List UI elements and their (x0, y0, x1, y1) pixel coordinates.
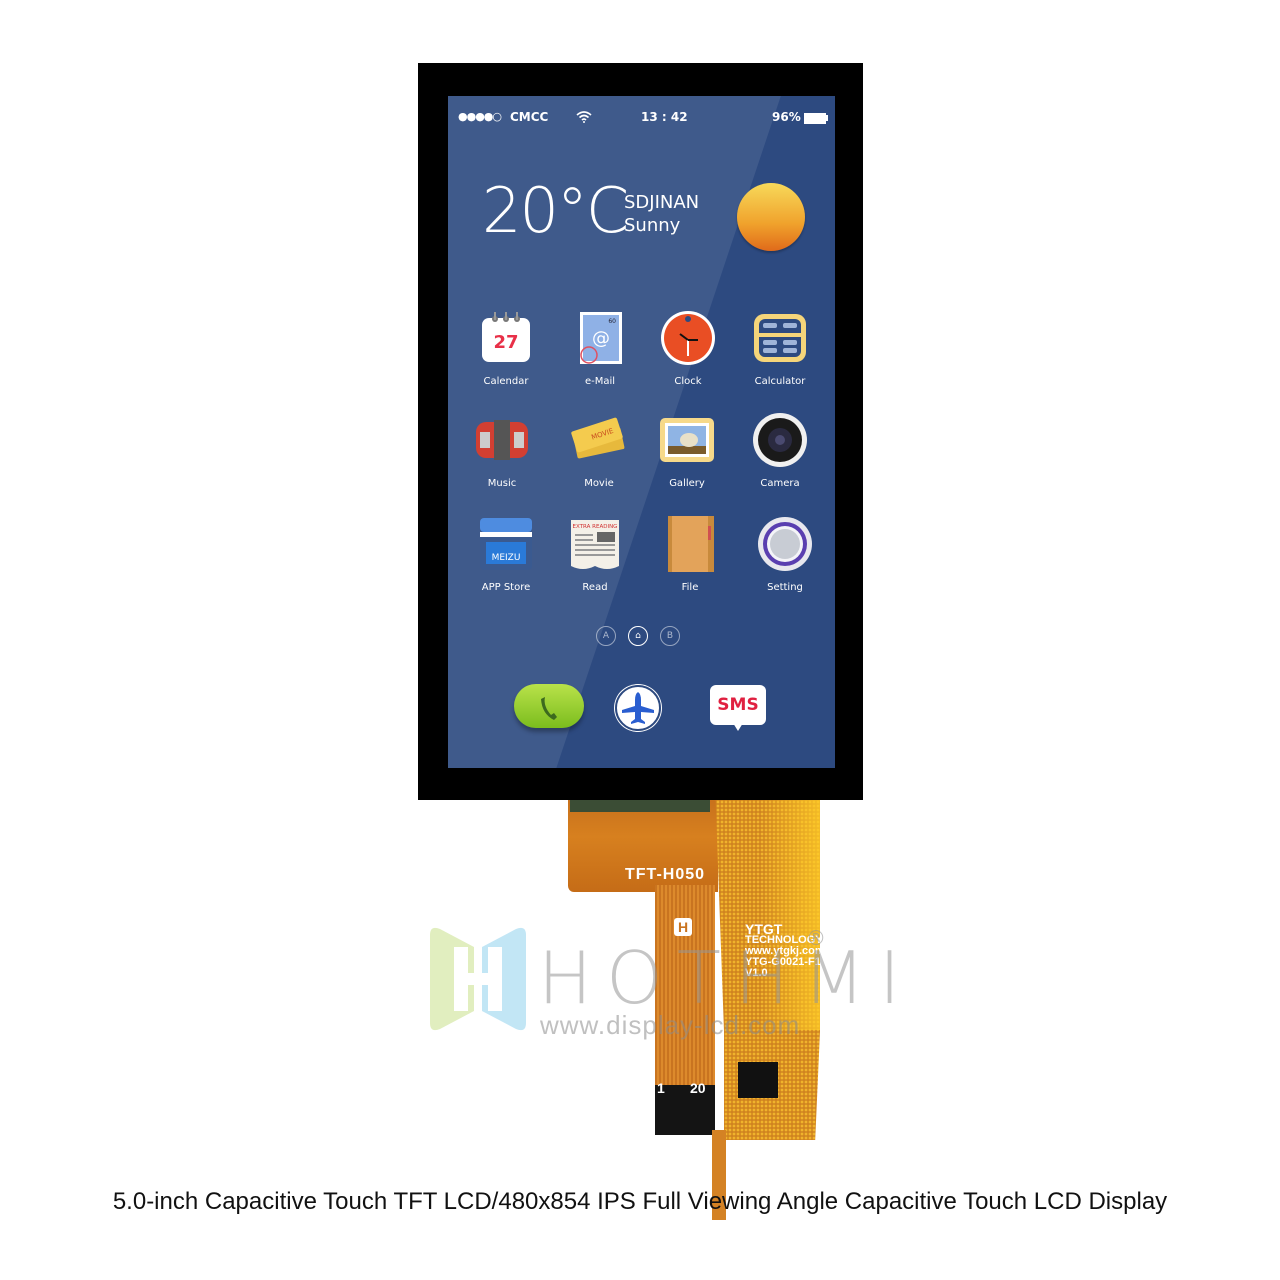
settings-knob-icon (758, 517, 812, 571)
watermark-url: www.display-lcd.com (540, 1010, 801, 1040)
page-dot-a[interactable]: A (596, 626, 616, 646)
app-label: Music (487, 478, 517, 489)
svg-text:60: 60 (608, 318, 616, 325)
clock-time: 13 : 42 (641, 110, 688, 124)
app-setting[interactable]: Setting (745, 516, 825, 608)
status-bar: ●●●●○ CMCC 13 : 42 96% (458, 110, 828, 126)
app-label: APP Store (481, 582, 531, 593)
battery-icon (804, 113, 826, 124)
calendar-icon: 27 (482, 312, 530, 362)
sun-icon[interactable] (737, 183, 805, 251)
app-label: Calendar (483, 376, 529, 387)
folder-icon (668, 516, 714, 572)
app-label: Camera (760, 478, 800, 489)
app-label: Setting (767, 582, 803, 593)
camera-icon (753, 413, 807, 467)
app-camera[interactable]: Camera (740, 412, 820, 504)
app-music[interactable]: Music (462, 412, 542, 504)
wifi-icon (576, 111, 592, 123)
product-caption: 5.0-inch Capacitive Touch TFT LCD/480x85… (112, 1188, 1168, 1215)
app-label: Clock (674, 376, 702, 387)
newspaper-headline: EXTRA READING (573, 524, 618, 530)
touch-controller-chip (738, 1062, 778, 1098)
app-calculator[interactable]: Calculator (740, 310, 820, 402)
fpc-logo: H (674, 918, 692, 936)
battery-nub (826, 115, 828, 121)
app-calendar[interactable]: 27 Calendar (466, 310, 546, 402)
email-icon: @ 60 (580, 312, 622, 364)
fpc-model-label: TFT-H050 (625, 866, 706, 883)
weather-city: SDJINAN (624, 192, 700, 213)
at-glyph: @ (592, 328, 610, 349)
battery-percent: 96% (772, 110, 801, 124)
registered-mark: ® (806, 926, 826, 950)
page-indicator: A ⌂ B (596, 626, 686, 648)
calculator-icon (754, 314, 806, 362)
app-app-store[interactable]: MEIZU APP Store (466, 516, 546, 608)
app-label: e-Mail (584, 376, 616, 387)
dock-sms-button[interactable]: SMS (710, 685, 766, 725)
accordion-icon (476, 420, 528, 460)
page-dot-home[interactable]: ⌂ (628, 626, 648, 646)
fpc-pin-start: 1 (657, 1080, 665, 1096)
carrier-name: CMCC (510, 110, 549, 124)
airplane-icon (615, 685, 661, 731)
app-label: File (681, 582, 699, 593)
app-file[interactable]: File (650, 516, 730, 608)
signal-strength-icon: ●●●●○ (458, 110, 502, 123)
fpc-pin-end: 20 (690, 1080, 706, 1096)
hothmi-logo-icon (430, 927, 526, 1031)
watermark-brand: HOTHMI (538, 936, 915, 1020)
app-label: Gallery (669, 478, 705, 489)
app-clock[interactable]: Clock (648, 310, 728, 402)
sms-bubble-tail (733, 723, 743, 731)
dock-phone-button[interactable] (514, 684, 584, 728)
gallery-icon (660, 418, 714, 462)
app-store-icon: MEIZU (480, 518, 532, 570)
phone-icon (541, 697, 557, 720)
app-read[interactable]: EXTRA READING Read (555, 516, 635, 608)
clock-icon (661, 311, 715, 365)
phone-screen[interactable]: ●●●●○ CMCC 13 : 42 96% 20°C SDJINAN Sunn… (448, 96, 835, 768)
fpc-bond-strip (570, 800, 710, 812)
dock-airplane-button[interactable] (614, 684, 662, 732)
app-label: Calculator (754, 376, 806, 387)
app-label: Read (582, 582, 608, 593)
calendar-day: 27 (493, 332, 518, 353)
card-text: MEIZU (492, 553, 521, 563)
app-label: Movie (584, 478, 614, 489)
page-dot-b[interactable]: B (660, 626, 680, 646)
weather-condition: Sunny (624, 215, 681, 236)
app-movie[interactable]: MOVIE Movie (559, 412, 639, 504)
newspaper-icon: EXTRA READING (571, 520, 619, 569)
app-gallery[interactable]: Gallery (647, 412, 727, 504)
weather-temperature: 20°C (482, 174, 629, 247)
app-email[interactable]: @ 60 e-Mail (560, 310, 640, 402)
movie-ticket-icon: MOVIE (571, 417, 625, 459)
